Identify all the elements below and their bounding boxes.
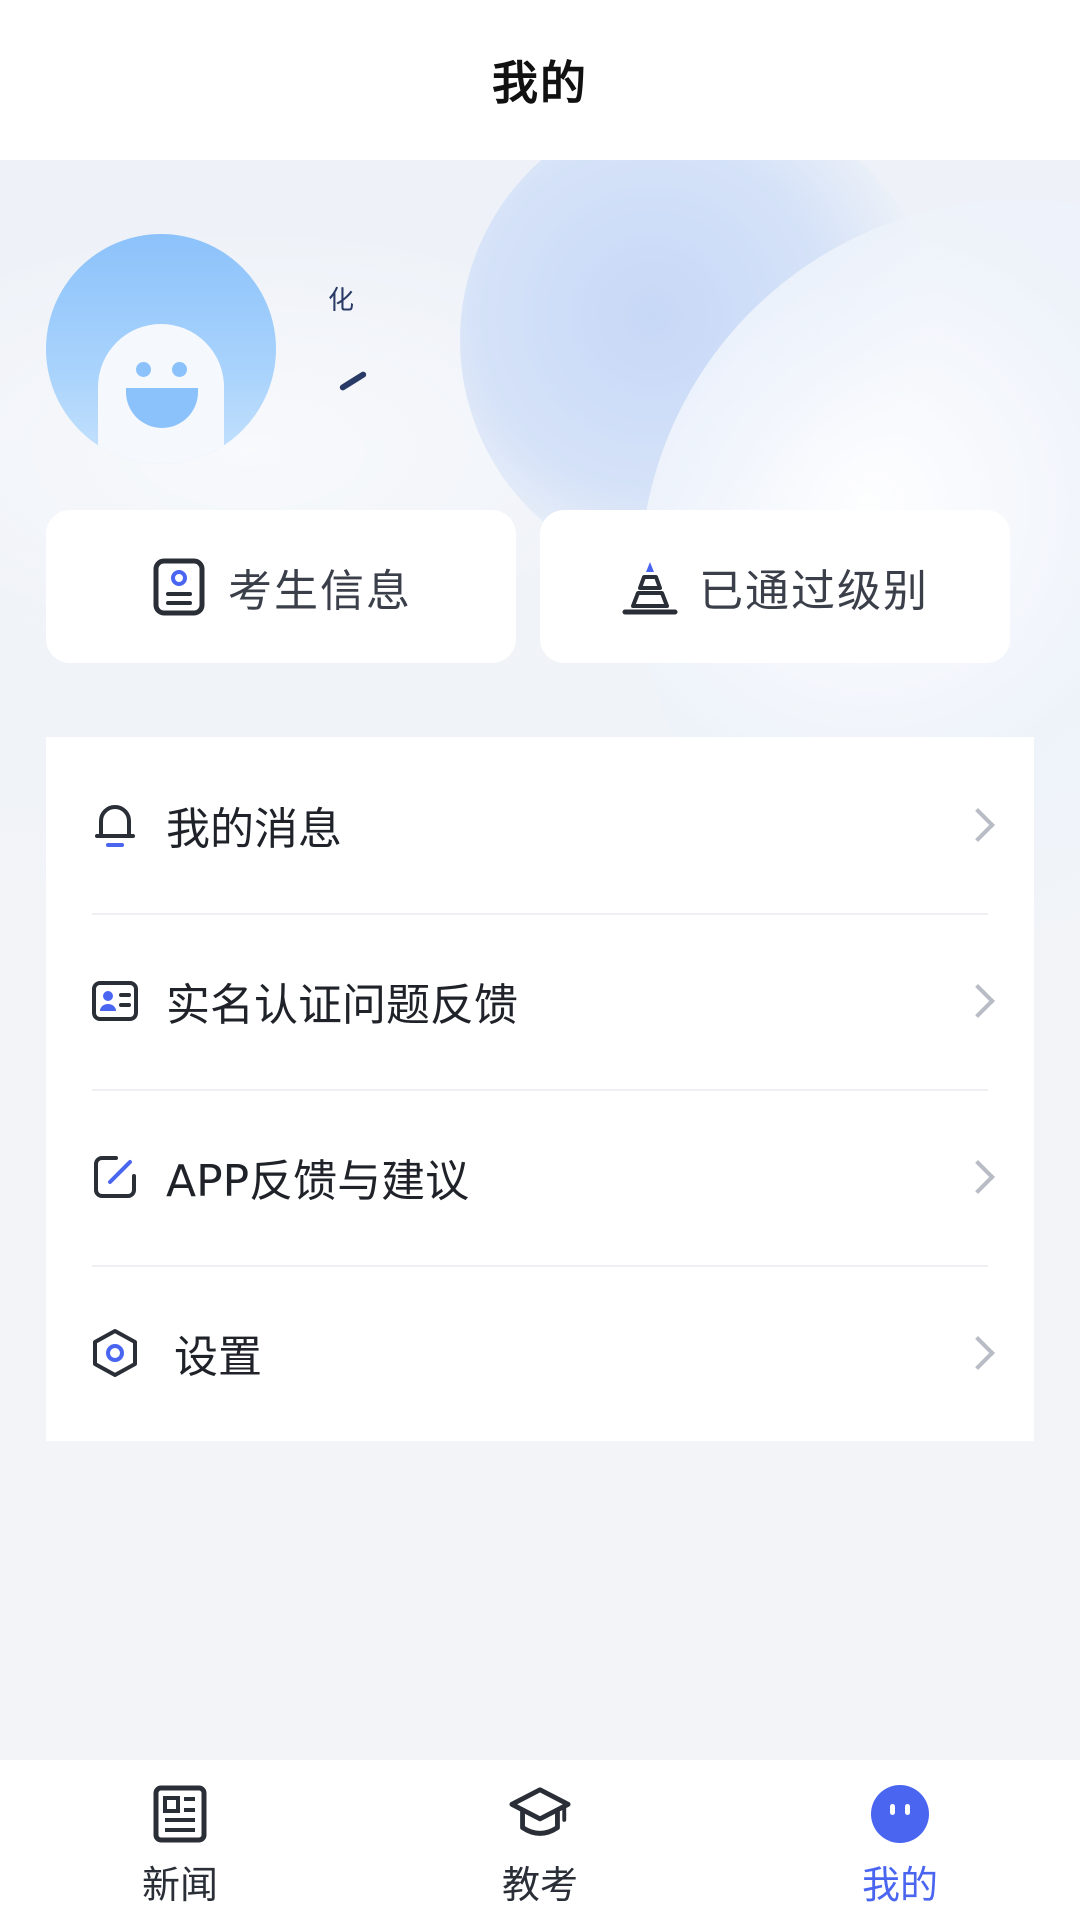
menu-item-label: 设置 (174, 1332, 262, 1383)
menu-item-app-feedback[interactable]: APP反馈与建议 (46, 1089, 1034, 1265)
page-title: 我的 (492, 56, 588, 110)
chevron-right-icon (961, 808, 995, 842)
avatar[interactable] (46, 234, 276, 464)
tab-mine[interactable]: 我的 (780, 1782, 1020, 1909)
passed-levels-card[interactable]: 已通过级别 (540, 510, 1010, 663)
candidate-info-card[interactable]: 考生信息 (46, 510, 516, 663)
edit-icon (90, 1152, 140, 1202)
id-card-icon (150, 558, 208, 616)
menu-item-label: 实名认证问题反馈 (166, 980, 518, 1031)
avatar-mascot (98, 324, 224, 464)
newspaper-icon (148, 1782, 212, 1846)
candidate-info-label: 考生信息 (228, 565, 412, 617)
menu-item-realname-feedback[interactable]: 实名认证问题反馈 (46, 913, 1034, 1089)
avatar-mouth (126, 388, 198, 428)
menu-item-label: 我的消息 (166, 804, 342, 855)
avatar-eye (172, 362, 187, 377)
bell-icon (90, 800, 140, 850)
tab-exam[interactable]: 教考 (420, 1782, 660, 1909)
id-card-feedback-icon (90, 976, 140, 1026)
tab-news[interactable]: 新闻 (60, 1782, 300, 1909)
tab-label: 教考 (501, 1863, 578, 1907)
pyramid-level-icon (621, 558, 679, 616)
menu-item-settings[interactable]: 设置 (46, 1265, 1034, 1441)
tab-label: 我的 (861, 1863, 938, 1907)
top-bar: 我的 (0, 0, 1080, 160)
chevron-right-icon (961, 1160, 995, 1194)
chevron-right-icon (961, 1336, 995, 1370)
username: 化 (328, 286, 355, 316)
menu-item-messages[interactable]: 我的消息 (46, 737, 1034, 913)
mascot-face-icon (868, 1782, 932, 1846)
menu-list: 我的消息 实名认证问题反馈 APP反馈与建议 设置 (46, 737, 1034, 1441)
settings-hexagon-icon (90, 1328, 140, 1378)
chevron-right-icon (961, 984, 995, 1018)
graduation-cap-icon (508, 1782, 572, 1846)
passed-levels-label: 已通过级别 (699, 565, 929, 617)
avatar-eye (136, 362, 151, 377)
menu-item-label: APP反馈与建议 (166, 1156, 470, 1207)
tab-label: 新闻 (141, 1863, 218, 1907)
bottom-tab-bar: 新闻 教考 我的 (0, 1760, 1080, 1920)
